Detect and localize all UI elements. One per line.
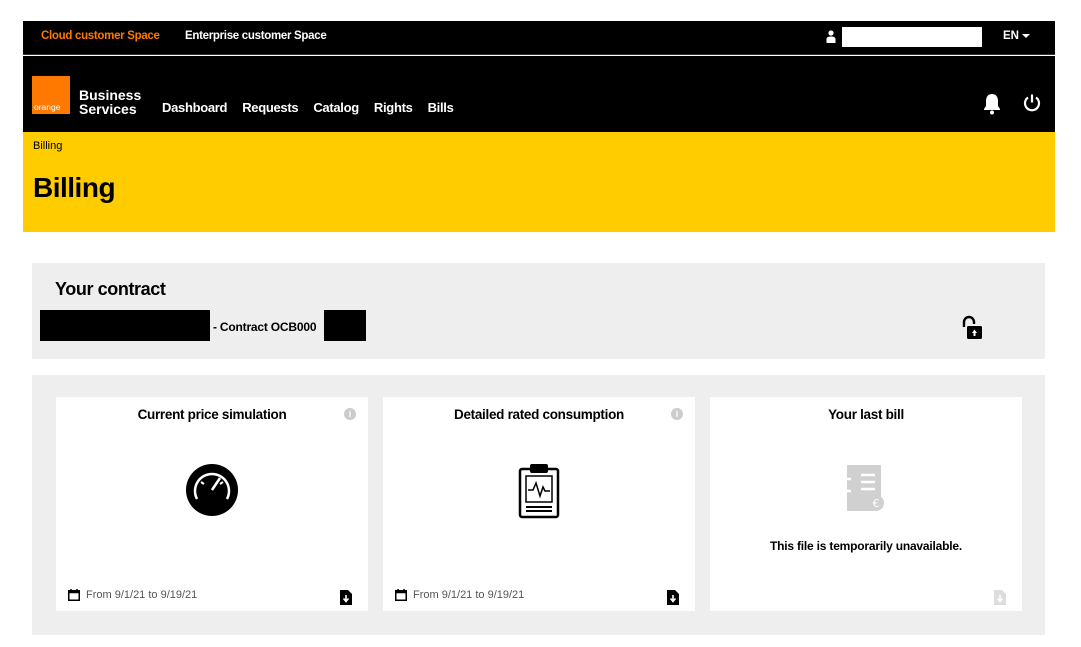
brand-name: Business Services — [79, 88, 141, 116]
language-label: EN — [1003, 30, 1019, 42]
user-name-field[interactable] — [842, 27, 982, 47]
enterprise-customer-space-link[interactable]: Enterprise customer Space — [185, 30, 327, 42]
download-icon-disabled — [994, 590, 1006, 605]
main-navigation: orange Business Services Dashboard Reque… — [23, 56, 1055, 132]
brand-line-2: Services — [79, 101, 137, 117]
logo-text: orange — [34, 102, 61, 112]
contract-panel: Your contract - Contract OCB000 — [32, 263, 1045, 359]
brand-line-1: Business — [79, 87, 142, 103]
nav-item-dashboard[interactable]: Dashboard — [162, 100, 228, 115]
price-simulation-card: Current price simulation i From 9/1/21 t… — [56, 397, 368, 611]
cloud-customer-space-link[interactable]: Cloud customer Space — [41, 30, 160, 42]
download-icon[interactable] — [667, 590, 679, 605]
bill-unavailable-message: This file is temporarily unavailable. — [769, 539, 962, 553]
nav-item-requests[interactable]: Requests — [242, 100, 298, 115]
contract-title: Your contract — [55, 279, 166, 299]
billing-cards-panel: Current price simulation i From 9/1/21 t… — [32, 375, 1045, 635]
info-icon[interactable]: i — [344, 408, 356, 420]
download-icon[interactable] — [340, 590, 352, 605]
clipboard-icon — [518, 464, 560, 519]
breadcrumb[interactable]: Billing — [33, 140, 62, 152]
card-title: Your last bill — [828, 407, 904, 422]
chevron-down-icon — [1021, 33, 1030, 38]
date-range: From 9/1/21 to 9/19/21 — [395, 589, 524, 601]
language-selector[interactable]: EN — [1003, 30, 1030, 42]
card-title: Detailed rated consumption — [454, 407, 624, 422]
rated-consumption-card: Detailed rated consumption i From 9/1/21… — [383, 397, 695, 611]
redacted-contract-id — [324, 310, 366, 341]
nav-item-rights[interactable]: Rights — [374, 100, 413, 115]
speedometer-icon — [186, 464, 238, 516]
page-title: Billing — [33, 172, 116, 203]
nav-menu: Dashboard Requests Catalog Rights Bills — [162, 100, 454, 115]
bell-icon[interactable] — [982, 93, 1002, 115]
date-range-label: From 9/1/21 to 9/19/21 — [413, 589, 525, 601]
last-bill-card: Your last bill € This file is temporaril… — [710, 397, 1022, 611]
nav-item-catalog[interactable]: Catalog — [313, 100, 359, 115]
power-icon[interactable] — [1022, 93, 1042, 113]
svg-text:€: € — [873, 497, 880, 510]
card-title: Current price simulation — [137, 407, 287, 422]
date-range-label: From 9/1/21 to 9/19/21 — [86, 589, 198, 601]
calendar-icon — [68, 589, 80, 601]
bill-icon: € — [847, 465, 884, 511]
redacted-customer-name — [40, 310, 210, 341]
calendar-icon — [395, 589, 407, 601]
top-bar: Cloud customer Space Enterprise customer… — [23, 21, 1055, 55]
date-range: From 9/1/21 to 9/19/21 — [68, 589, 197, 601]
contract-number: - Contract OCB000 — [213, 320, 317, 334]
page-header: Billing Billing — [23, 132, 1055, 232]
info-icon[interactable]: i — [671, 408, 683, 420]
user-icon — [826, 30, 836, 43]
unlock-icon[interactable] — [960, 315, 984, 341]
nav-item-bills[interactable]: Bills — [428, 100, 454, 115]
orange-logo[interactable]: orange — [32, 76, 70, 114]
